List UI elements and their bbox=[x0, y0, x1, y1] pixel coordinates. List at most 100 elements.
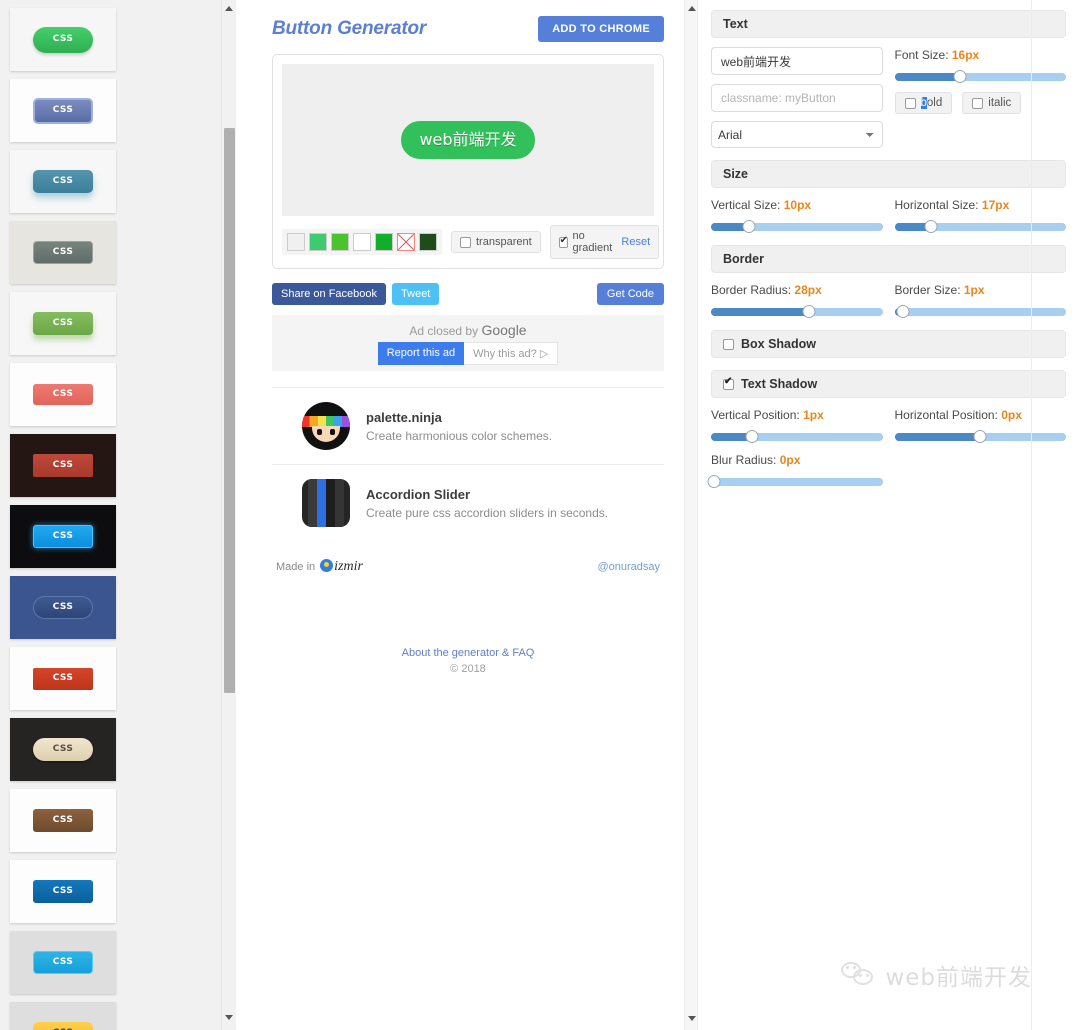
why-this-ad-label: Why this ad? bbox=[473, 347, 537, 360]
gallery-button-sample[interactable]: CSS bbox=[33, 738, 93, 761]
color-swatch-list[interactable] bbox=[282, 229, 442, 255]
gallery-button-sample[interactable]: CSS bbox=[33, 809, 93, 832]
font-family-select[interactable]: ArialVerdanaGeorgiaTahomaCourier NewTime… bbox=[711, 121, 883, 148]
swatch-medium-green[interactable] bbox=[309, 233, 327, 251]
generated-button-preview[interactable]: web前端开发 bbox=[401, 121, 535, 159]
gallery-preset-4[interactable]: CSS bbox=[10, 221, 116, 284]
gallery-preset-7[interactable]: CSS bbox=[10, 434, 116, 497]
tweet-button[interactable]: Tweet bbox=[392, 283, 440, 305]
no-gradient-checkbox-box[interactable] bbox=[558, 235, 568, 248]
gallery-scroll-thumb[interactable] bbox=[224, 128, 235, 693]
section-header-box-shadow[interactable]: Box Shadow bbox=[711, 330, 1066, 358]
swatch-yellow-green[interactable] bbox=[331, 233, 349, 251]
ad-closed-notice: Ad closed by Google bbox=[409, 322, 526, 338]
gallery-preset-9[interactable]: CSS bbox=[10, 576, 116, 639]
main-scrollbar[interactable] bbox=[684, 0, 698, 1030]
scroll-up-icon[interactable] bbox=[225, 6, 234, 15]
twitter-handle-link[interactable]: @onuradsay bbox=[597, 561, 660, 573]
swatch-light-gray[interactable] bbox=[287, 233, 305, 251]
italic-checkbox[interactable]: italic bbox=[962, 92, 1022, 114]
ad-closed-text: Ad closed by bbox=[409, 323, 479, 338]
swatch-white[interactable] bbox=[353, 233, 371, 251]
pin-icon bbox=[320, 559, 334, 572]
border-radius-slider[interactable] bbox=[711, 305, 883, 318]
list-item[interactable]: palette.ninja Create harmonious color sc… bbox=[272, 388, 664, 465]
swatch-dark-green[interactable] bbox=[419, 233, 437, 251]
list-item[interactable]: Accordion Slider Create pure css accordi… bbox=[272, 465, 664, 541]
gallery-preset-2[interactable]: CSS bbox=[10, 79, 116, 142]
gallery-preset-3[interactable]: CSS bbox=[10, 150, 116, 213]
blur-radius-value: 0px bbox=[779, 453, 801, 467]
section-header-text-shadow[interactable]: Text Shadow bbox=[711, 370, 1066, 398]
horizontal-size-text: Horizontal Size: bbox=[894, 198, 979, 212]
swatch-none[interactable] bbox=[397, 233, 415, 251]
about-faq-link[interactable]: About the generator & FAQ bbox=[272, 647, 664, 659]
border-size-slider[interactable] bbox=[894, 305, 1066, 318]
gallery-button-sample[interactable]: CSS bbox=[33, 951, 93, 974]
gallery-preset-14[interactable]: CSS bbox=[10, 931, 116, 994]
bold-checkbox[interactable]: bold bbox=[894, 92, 953, 114]
gallery-button-sample[interactable]: CSS bbox=[33, 596, 93, 619]
preview-card: web前端开发 transparent no gradient Reset bbox=[272, 54, 664, 269]
promo-list: palette.ninja Create harmonious color sc… bbox=[272, 387, 664, 541]
gallery-button-sample[interactable]: CSS bbox=[33, 1022, 93, 1030]
share-facebook-button[interactable]: Share on Facebook bbox=[272, 283, 387, 305]
transparent-checkbox-box[interactable] bbox=[460, 236, 471, 248]
box-shadow-checkbox[interactable] bbox=[723, 338, 734, 350]
gallery-button-sample[interactable]: CSS bbox=[33, 312, 93, 335]
gallery-preset-10[interactable]: CSS bbox=[10, 647, 116, 710]
gallery-button-sample[interactable]: CSS bbox=[33, 454, 93, 477]
classname-input[interactable] bbox=[711, 84, 883, 112]
gallery-button-sample[interactable]: CSS bbox=[33, 97, 93, 124]
ts-vertical-slider[interactable] bbox=[711, 430, 883, 443]
report-ad-button[interactable]: Report this ad bbox=[377, 341, 465, 365]
ts-vertical-label: Vertical Position: 1px bbox=[711, 408, 883, 422]
swatch-green[interactable] bbox=[375, 233, 393, 251]
get-code-button[interactable]: Get Code bbox=[596, 283, 664, 305]
button-label-input[interactable] bbox=[711, 47, 883, 75]
text-shadow-checkbox[interactable] bbox=[723, 376, 734, 390]
gallery-preset-1[interactable]: CSS bbox=[10, 8, 116, 71]
gallery-button-sample[interactable]: CSS bbox=[33, 880, 93, 903]
scroll-down-icon[interactable] bbox=[225, 1015, 234, 1024]
transparent-label: transparent bbox=[476, 236, 532, 248]
blur-radius-slider[interactable] bbox=[707, 475, 883, 488]
gallery-button-sample[interactable]: CSS bbox=[33, 525, 93, 548]
promo-title: Accordion Slider bbox=[366, 486, 471, 502]
gallery-preset-13[interactable]: CSS bbox=[10, 860, 116, 923]
horizontal-size-slider[interactable] bbox=[894, 220, 1066, 233]
bold-checkbox-box[interactable] bbox=[904, 97, 916, 109]
transparent-checkbox[interactable]: transparent bbox=[451, 231, 541, 253]
gallery-button-sample[interactable]: CSS bbox=[33, 667, 93, 690]
gallery-preset-8[interactable]: CSS bbox=[10, 505, 116, 568]
ts-vertical-value: 1px bbox=[803, 408, 824, 422]
gallery-preset-5[interactable]: CSS bbox=[10, 292, 116, 355]
button-gallery-sidebar[interactable]: CSS CSS CSS CSS CSS CSS CSS CSS CSS CSS CSS CSS CSS C… bbox=[0, 0, 236, 1030]
gallery-button-sample[interactable]: CSS bbox=[33, 26, 93, 53]
add-to-chrome-button[interactable]: ADD TO CHROME bbox=[538, 16, 664, 42]
horizontal-size-label: Horizontal Size: 17px bbox=[895, 198, 1067, 212]
gallery-scrollbar[interactable] bbox=[221, 0, 236, 1030]
gallery-button-sample[interactable]: CSS bbox=[33, 384, 93, 405]
ts-horizontal-slider[interactable] bbox=[894, 430, 1066, 443]
vertical-size-text: Vertical Size: bbox=[711, 198, 781, 212]
gallery-button-sample[interactable]: CSS bbox=[33, 241, 93, 264]
reset-link[interactable]: Reset bbox=[621, 236, 650, 248]
gallery-preset-15[interactable]: CSS bbox=[10, 1002, 116, 1030]
font-size-slider[interactable] bbox=[894, 70, 1066, 83]
panel-right-divider bbox=[1031, 0, 1032, 1030]
italic-checkbox-box[interactable] bbox=[972, 97, 984, 109]
no-gradient-checkbox[interactable]: no gradient Reset bbox=[549, 225, 660, 259]
vertical-size-slider[interactable] bbox=[711, 220, 883, 233]
gallery-preset-12[interactable]: CSS bbox=[10, 789, 116, 852]
izmir-logo: izmir bbox=[320, 559, 363, 575]
gallery-preset-6[interactable]: CSS bbox=[10, 363, 116, 426]
gallery-preset-11[interactable]: CSS bbox=[10, 718, 116, 781]
bold-label-rest: old bbox=[926, 97, 943, 109]
main-scroll-up-icon[interactable] bbox=[688, 6, 696, 14]
gallery-button-sample[interactable]: CSS bbox=[33, 170, 93, 193]
main-scroll-down-icon[interactable] bbox=[688, 1016, 696, 1024]
section-header-text: Text bbox=[711, 10, 1066, 38]
why-this-ad-button[interactable]: Why this ad? ▷ bbox=[464, 341, 559, 365]
wechat-watermark: web前端开发 bbox=[841, 958, 1032, 992]
